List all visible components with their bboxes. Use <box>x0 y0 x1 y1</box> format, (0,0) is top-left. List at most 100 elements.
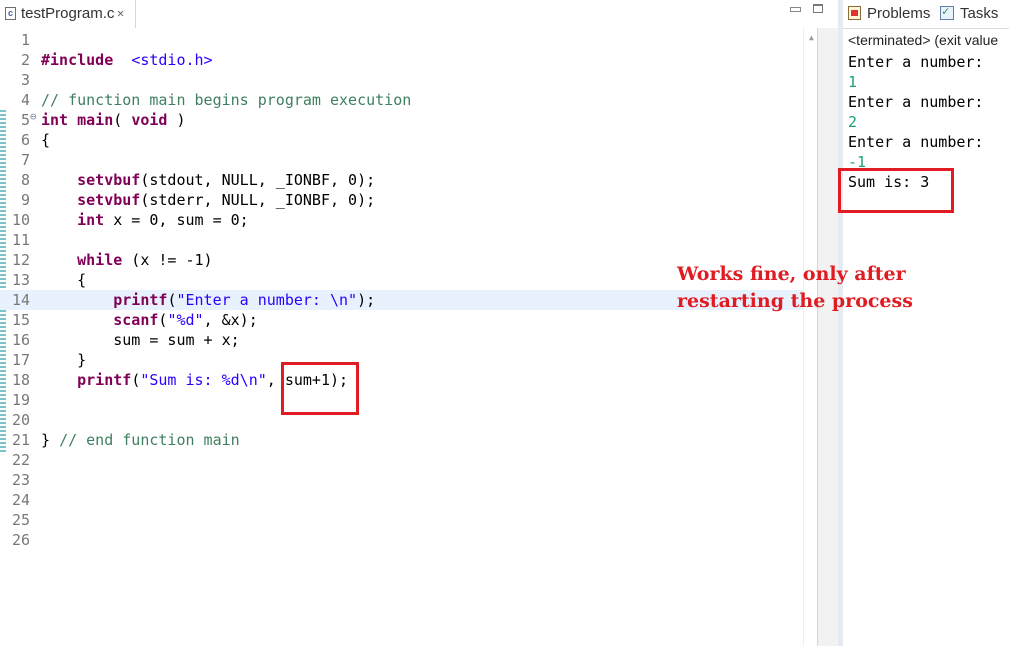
code-line[interactable]: 22 <box>0 450 803 470</box>
maximize-icon[interactable] <box>813 4 823 13</box>
line-number: 6 <box>20 131 30 149</box>
code-token: ) <box>167 111 186 129</box>
code-token: int <box>41 111 69 129</box>
line-number: 25 <box>11 511 30 529</box>
code-line[interactable]: 16 sum = sum + x; <box>0 330 803 350</box>
code-line[interactable]: 1 <box>0 30 803 50</box>
line-number: 3 <box>20 71 30 89</box>
line-number: 18 <box>11 371 30 389</box>
line-number: 14 <box>11 291 30 309</box>
code-line[interactable]: 21} // end function main <box>0 430 803 450</box>
annotation-line-2: restarting the process <box>677 290 913 312</box>
code-line[interactable]: 25 <box>0 510 803 530</box>
code-line[interactable]: 26 <box>0 530 803 550</box>
code-token: { <box>41 131 51 149</box>
tab-tasks[interactable]: Tasks <box>960 5 998 22</box>
code-token: ); <box>357 291 376 309</box>
line-number: 15 <box>11 311 30 329</box>
code-token: ( <box>131 371 141 389</box>
console-input-line: 2 <box>848 113 858 131</box>
code-token: "Sum is: %d\n" <box>140 371 267 389</box>
code-text: printf("Enter a number: \n"); <box>41 290 375 310</box>
line-number: 4 <box>20 91 30 109</box>
line-number: 13 <box>11 271 30 289</box>
vertical-scrollbar[interactable] <box>817 28 839 646</box>
code-token: ( <box>113 111 132 129</box>
code-token: { <box>41 271 87 289</box>
code-text: while (x != -1) <box>41 250 213 270</box>
code-text: { <box>41 130 50 150</box>
line-number: 26 <box>11 531 30 549</box>
line-number: 1 <box>20 31 30 49</box>
editor-tab-title: testProgram.c <box>21 5 115 22</box>
code-line[interactable]: 7 <box>0 150 803 170</box>
code-line[interactable]: 23 <box>0 470 803 490</box>
code-token: (stderr, NULL, _IONBF, 0); <box>140 191 376 209</box>
line-number: 23 <box>11 471 30 489</box>
code-token: main <box>77 111 114 129</box>
code-line[interactable]: 11 <box>0 230 803 250</box>
code-line[interactable]: 18 printf("Sum is: %d\n", sum+1); <box>0 370 803 390</box>
code-token: setvbuf <box>77 171 141 189</box>
console-input-line: 1 <box>848 73 858 91</box>
line-number: 12 <box>11 251 30 269</box>
code-token: } <box>41 351 87 369</box>
console-output-line: Enter a number: <box>848 133 984 151</box>
highlight-box-sum-output <box>838 168 954 213</box>
code-token: int <box>77 211 105 229</box>
close-icon[interactable]: ✕ <box>117 6 124 20</box>
code-token: "Enter a number: \n" <box>176 291 358 309</box>
annotation-note: Works fine, only after restarting the pr… <box>677 261 913 315</box>
code-line[interactable]: 4 // function main begins program executi… <box>0 90 803 110</box>
code-line[interactable]: 19 <box>0 390 803 410</box>
code-token: // end function main <box>59 431 240 449</box>
code-line[interactable]: 10 int x = 0, sum = 0; <box>0 210 803 230</box>
editor-tab[interactable]: c testProgram.c ✕ <box>0 0 136 28</box>
code-text: setvbuf(stdout, NULL, _IONBF, 0); <box>41 170 375 190</box>
code-text: #include <stdio.h> <box>41 50 213 70</box>
code-line[interactable]: 9 setvbuf(stderr, NULL, _IONBF, 0); <box>0 190 803 210</box>
code-line[interactable]: 5 ⊖ int main( void ) <box>0 110 803 130</box>
line-number: 21 <box>11 431 30 449</box>
code-token: , &x); <box>203 311 258 329</box>
code-token: (x != -1) <box>122 251 213 269</box>
line-number: 16 <box>11 331 30 349</box>
line-number: 19 <box>11 391 30 409</box>
overview-ruler[interactable]: ▲ <box>803 28 818 646</box>
console-pane: Problems Tasks <terminated> (exit value … <box>843 0 1009 646</box>
code-text: sum = sum + x; <box>41 330 240 350</box>
line-number: 2 <box>20 51 30 69</box>
line-number: 10 <box>11 211 30 229</box>
code-line[interactable]: 6{ <box>0 130 803 150</box>
code-token: x = 0, sum = 0; <box>104 211 249 229</box>
code-line[interactable]: 2 #include <stdio.h> <box>0 50 803 70</box>
line-number: 8 <box>20 171 30 189</box>
highlight-box-sum-plus-one <box>281 362 359 415</box>
code-text: } <box>41 350 86 370</box>
scroll-up-icon[interactable]: ▲ <box>809 33 814 42</box>
code-line[interactable]: 17 } <box>0 350 803 370</box>
code-token: } <box>41 431 60 449</box>
fold-toggle-icon[interactable]: ⊖ <box>30 107 37 127</box>
code-text: setvbuf(stderr, NULL, _IONBF, 0); <box>41 190 375 210</box>
code-line[interactable]: 24 <box>0 490 803 510</box>
minimize-icon[interactable] <box>790 3 802 12</box>
code-line[interactable]: 3 <box>0 70 803 90</box>
code-token: setvbuf <box>77 191 141 209</box>
code-line[interactable]: 20 <box>0 410 803 430</box>
tab-problems[interactable]: Problems <box>867 5 930 22</box>
code-token: <stdio.h> <box>131 51 213 69</box>
code-token: sum = sum + x; <box>41 331 240 349</box>
code-text: } // end function main <box>41 430 240 450</box>
code-line[interactable]: 8 setvbuf(stdout, NULL, _IONBF, 0); <box>0 170 803 190</box>
console-tab-bar: Problems Tasks <box>843 0 1009 29</box>
code-text: // function main begins program executio… <box>41 90 411 110</box>
line-number: 7 <box>20 151 30 169</box>
line-number: 20 <box>11 411 30 429</box>
